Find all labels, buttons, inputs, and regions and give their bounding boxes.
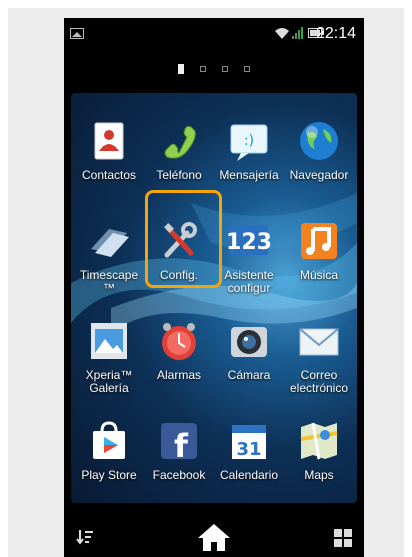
navigation-bar xyxy=(64,518,364,557)
page-dot-active xyxy=(178,64,184,74)
app-correo[interactable]: Correo electrónico xyxy=(284,319,354,395)
app-label: Alarmas xyxy=(156,368,201,382)
app-xperia-galeria[interactable]: Xperia™ Galería xyxy=(74,319,144,395)
calendar-day-text: 31 xyxy=(236,439,261,460)
facebook-letter: f xyxy=(174,427,189,463)
app-asistente[interactable]: 123 Asistente configur xyxy=(214,219,284,295)
phone-icon xyxy=(157,119,201,163)
gallery-icon xyxy=(87,319,131,363)
home-icon[interactable] xyxy=(197,522,231,552)
signal-icon xyxy=(292,27,303,39)
svg-text::): :) xyxy=(244,133,254,149)
app-label: Facebook xyxy=(152,468,206,482)
app-label: Navegador xyxy=(289,168,349,182)
app-telefono[interactable]: Teléfono xyxy=(144,119,214,182)
home-page-indicator xyxy=(64,62,364,76)
app-label: Música xyxy=(299,268,338,282)
app-timescape[interactable]: Timescape™ xyxy=(74,219,144,295)
app-mensajeria[interactable]: :) Mensajería xyxy=(214,119,284,182)
app-play-store[interactable]: Play Store xyxy=(74,419,144,482)
app-label: Play Store xyxy=(81,468,137,482)
calendar-icon: 31 xyxy=(227,419,271,463)
app-label: Timescape™ xyxy=(79,268,139,295)
app-label: Maps xyxy=(304,468,334,482)
app-musica[interactable]: Música xyxy=(284,219,354,282)
messaging-icon: :) xyxy=(227,119,271,163)
page-dot xyxy=(200,66,206,72)
app-drawer: Contactos Teléfono :) Mensajería Navegad… xyxy=(71,93,357,503)
status-clock: 22:14 xyxy=(315,25,356,42)
app-label: Mensajería xyxy=(219,168,279,182)
app-alarmas[interactable]: Alarmas xyxy=(144,319,214,382)
app-label: Teléfono xyxy=(156,168,202,182)
picture-notification-icon xyxy=(70,28,84,39)
facebook-icon: f xyxy=(157,419,201,465)
app-grid-icon[interactable] xyxy=(334,529,352,547)
phone-screen: 22:14 Contactos Teléfono:) Mensajería N… xyxy=(64,18,364,557)
setup-number-text: 123 xyxy=(227,230,271,255)
app-contactos[interactable]: Contactos xyxy=(74,119,144,182)
sort-icon[interactable] xyxy=(76,528,94,546)
app-navegador[interactable]: Navegador xyxy=(284,119,354,182)
app-camara[interactable]: Cámara xyxy=(214,319,284,382)
play-store-icon xyxy=(87,419,131,463)
app-label: Asistente configur xyxy=(224,268,274,295)
app-label: Contactos xyxy=(81,168,137,182)
config-highlight-box xyxy=(145,190,222,288)
alarm-clock-icon xyxy=(157,319,201,363)
browser-globe-icon xyxy=(297,119,341,163)
maps-icon xyxy=(297,419,341,463)
app-calendario[interactable]: 31 Calendario xyxy=(214,419,284,482)
contacts-icon xyxy=(87,119,131,163)
app-facebook[interactable]: f Facebook xyxy=(144,419,214,482)
page-dot xyxy=(244,66,250,72)
camera-icon xyxy=(227,319,271,363)
music-icon xyxy=(297,219,341,263)
page-dot xyxy=(222,66,228,72)
app-label: Correo electrónico xyxy=(289,368,349,395)
wifi-icon xyxy=(275,28,289,39)
app-label: Cámara xyxy=(227,368,271,382)
timescape-icon xyxy=(87,219,131,263)
app-label: Calendario xyxy=(219,468,279,482)
setup-assistant-icon: 123 xyxy=(226,219,272,263)
app-label: Xperia™ Galería xyxy=(85,368,133,395)
email-icon xyxy=(297,319,341,363)
status-bar: 22:14 xyxy=(64,18,364,48)
app-maps[interactable]: Maps xyxy=(284,419,354,482)
